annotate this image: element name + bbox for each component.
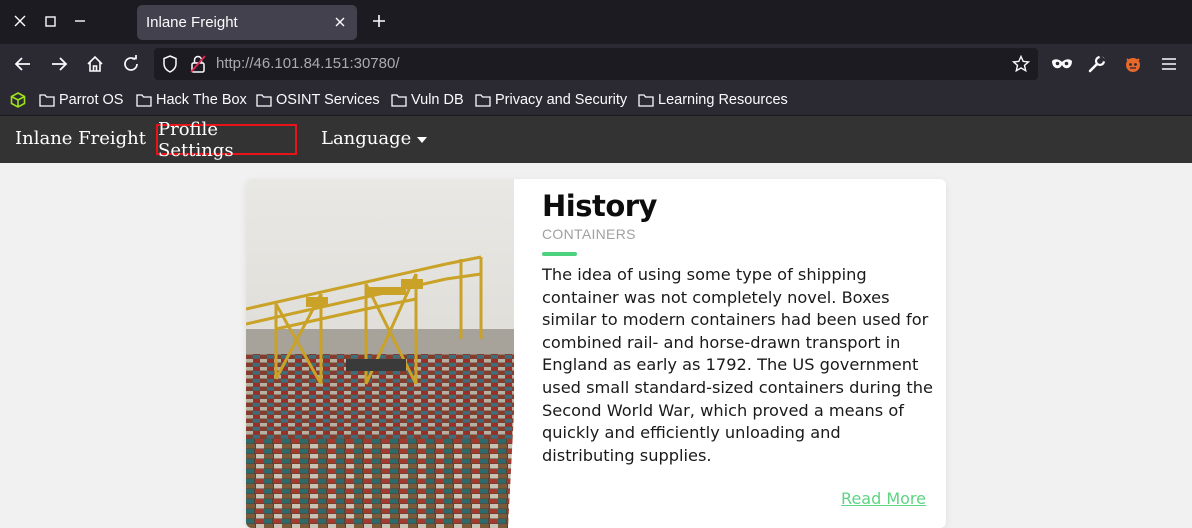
bookmark-learning-resources[interactable]: Learning Resources	[638, 90, 788, 110]
card-body: History CONTAINERS The idea of using som…	[542, 189, 934, 467]
folder-icon	[136, 94, 152, 107]
tab-title: Inlane Freight	[146, 14, 238, 31]
extension-icon[interactable]	[1122, 53, 1144, 75]
bookmark-label: Learning Resources	[658, 92, 788, 108]
card-subtitle: CONTAINERS	[542, 226, 636, 242]
bookmark-vuln-db[interactable]: Vuln DB	[391, 90, 464, 110]
card-text: The idea of using some type of shipping …	[542, 265, 933, 465]
language-dropdown[interactable]: Language	[321, 128, 428, 149]
new-tab-icon[interactable]	[369, 12, 389, 32]
parrot-cube-icon[interactable]	[10, 92, 26, 112]
container-port-image	[246, 179, 526, 528]
url-bar[interactable]: http://46.101.84.151:30780/	[154, 48, 1038, 80]
browser-titlebar: Inlane Freight	[0, 0, 1192, 44]
folder-icon	[39, 94, 55, 107]
bookmark-label: Privacy and Security	[495, 92, 628, 108]
read-more-link[interactable]: Read More	[841, 489, 926, 508]
insecure-lock-icon[interactable]	[190, 55, 206, 77]
profile-settings-link[interactable]: Profile Settings	[156, 119, 297, 161]
bookmark-privacy-and-security[interactable]: Privacy and Security	[475, 90, 627, 110]
private-mask-icon[interactable]	[1050, 53, 1074, 75]
home-icon[interactable]	[84, 53, 106, 75]
shield-icon[interactable]	[162, 55, 178, 77]
folder-icon	[475, 94, 491, 107]
bookmark-label: Hack The Box	[156, 92, 247, 108]
minimize-window-icon[interactable]	[71, 12, 89, 30]
bookmark-label: OSINT Services	[276, 92, 380, 108]
menu-icon[interactable]	[1158, 53, 1180, 75]
bookmark-osint-services[interactable]: OSINT Services	[256, 90, 380, 110]
card-title: History	[542, 189, 657, 223]
language-label: Language	[321, 128, 412, 149]
caret-down-icon	[417, 136, 428, 143]
back-icon[interactable]	[12, 53, 34, 75]
folder-icon	[638, 94, 654, 107]
accent-divider	[542, 252, 577, 256]
maximize-window-icon[interactable]	[41, 12, 59, 30]
bookmark-star-icon[interactable]	[1011, 54, 1031, 77]
close-window-icon[interactable]	[11, 12, 29, 30]
browser-navbar: http://46.101.84.151:30780/	[0, 44, 1192, 84]
forward-icon[interactable]	[48, 53, 70, 75]
bookmark-parrot-os[interactable]: Parrot OS	[39, 90, 123, 110]
bookmark-label: Parrot OS	[59, 92, 124, 108]
folder-icon	[391, 94, 407, 107]
wrench-icon[interactable]	[1086, 53, 1108, 75]
bookmark-hack-the-box[interactable]: Hack The Box	[136, 90, 247, 110]
site-brand[interactable]: Inlane Freight	[15, 128, 146, 149]
history-card: History CONTAINERS The idea of using som…	[246, 179, 946, 528]
folder-icon	[256, 94, 272, 107]
bookmark-label: Vuln DB	[411, 92, 464, 108]
url-host: http://46.101.84.151	[216, 55, 350, 72]
reload-icon[interactable]	[120, 53, 142, 75]
site-navbar: Inlane Freight Profile Settings Language	[0, 116, 1192, 163]
tab-close-icon[interactable]	[331, 13, 349, 31]
url-text: http://46.101.84.151:30780/	[216, 55, 400, 72]
url-port-path: :30780/	[349, 55, 400, 72]
bookmarks-bar: Parrot OS Hack The Box OSINT Services Vu…	[0, 84, 1192, 116]
browser-tab[interactable]: Inlane Freight	[137, 5, 357, 40]
